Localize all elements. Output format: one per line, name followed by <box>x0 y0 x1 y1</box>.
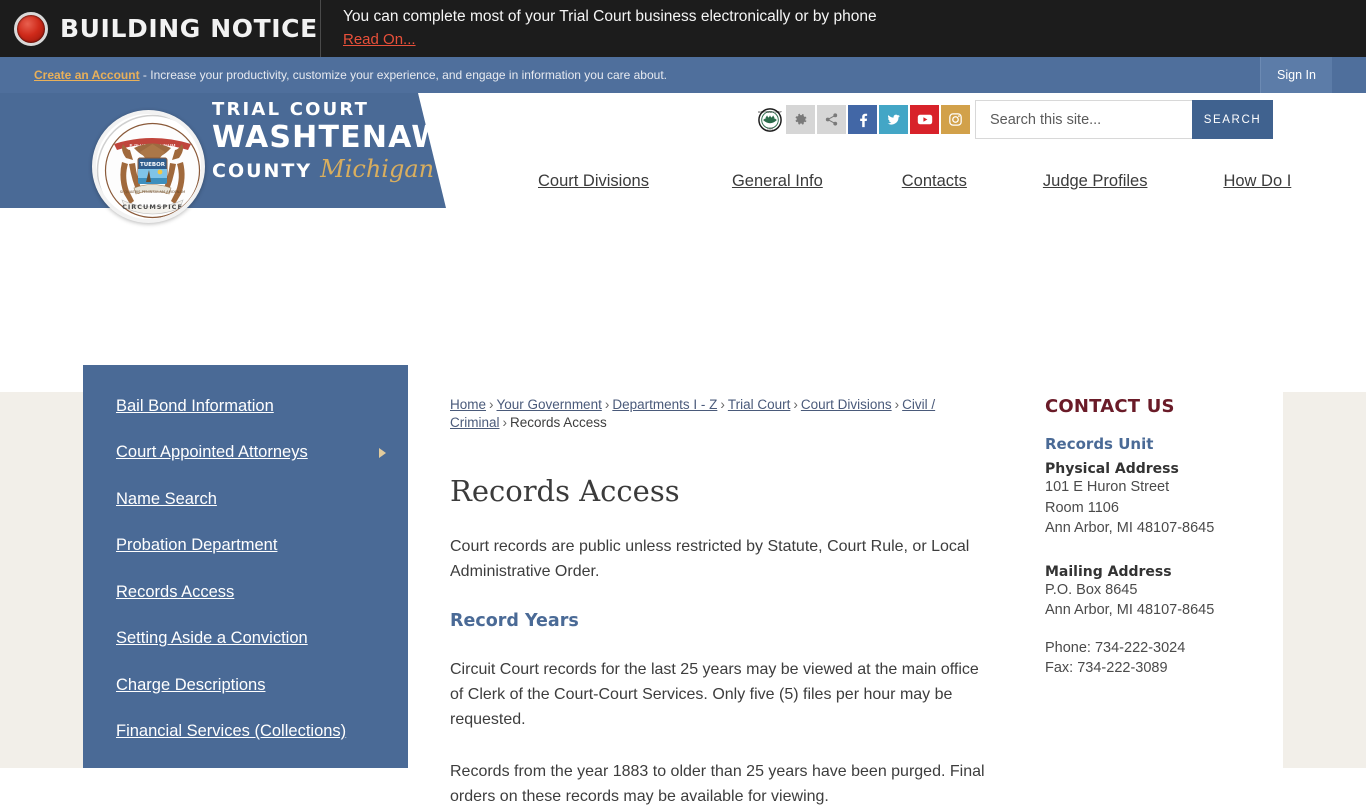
instagram-icon[interactable] <box>941 105 970 134</box>
sign-in-button[interactable]: Sign In <box>1260 57 1332 93</box>
nav-item-contacts[interactable]: Contacts <box>888 172 981 191</box>
contact-us-heading: CONTACT US <box>1045 396 1175 417</box>
account-bar-text: Create an Account - Increase your produc… <box>0 68 667 82</box>
record-years-paragraph: Circuit Court records for the last 25 ye… <box>450 661 979 729</box>
nav-item-judge-profiles[interactable]: Judge Profiles <box>1029 172 1162 191</box>
sidebar-item-setting-aside-a-conviction[interactable]: Setting Aside a Conviction <box>83 616 408 663</box>
sidebar-item-court-appointed-attorneys[interactable]: Court Appointed Attorneys <box>83 430 408 477</box>
sidebar-item-records-access[interactable]: Records Access <box>83 569 408 616</box>
sidebar-item-name-search[interactable]: Name Search <box>83 476 408 523</box>
svg-text:WASHTENAW COUNTY: WASHTENAW COUNTY <box>758 110 782 113</box>
breadcrumb-separator: › <box>720 397 725 412</box>
breadcrumb-item-court-divisions[interactable]: Court Divisions <box>801 397 892 412</box>
sidebar-item-bail-bond-information[interactable]: Bail Bond Information <box>83 383 408 430</box>
building-notice-bar: BUILDING NOTICE You can complete most of… <box>0 0 1366 57</box>
svg-text:CIRCUMSPICE: CIRCUMSPICE <box>122 203 183 211</box>
michigan-state-seal-icon: E PLURIBUS UNUM TUEBOR SI QUAERIS PENINS… <box>92 110 205 223</box>
physical-address-line-3: Ann Arbor, MI 48107-8645 <box>1045 520 1215 537</box>
facebook-icon[interactable] <box>848 105 877 134</box>
svg-text:SI QUAERIS PENINSULAM AMOENAM: SI QUAERIS PENINSULAM AMOENAM <box>120 190 185 194</box>
breadcrumb-item-home[interactable]: Home <box>450 397 486 412</box>
section-heading-record-years: Record Years <box>450 611 579 632</box>
breadcrumb-separator: › <box>489 397 494 412</box>
search-input[interactable] <box>975 100 1192 139</box>
sidebar-item-financial-services-collections[interactable]: Financial Services (Collections) <box>83 709 408 756</box>
utility-icon-row: WASHTENAW COUNTY 1826 <box>755 105 972 134</box>
svg-text:1826: 1826 <box>766 127 773 130</box>
section-sidebar-navigation: Bail Bond Information Court Appointed At… <box>83 365 408 768</box>
page-title: Records Access <box>450 474 680 509</box>
account-bar: Create an Account - Increase your produc… <box>0 57 1366 93</box>
svg-text:TUEBOR: TUEBOR <box>140 162 166 168</box>
logo-line-county: COUNTY <box>212 160 313 182</box>
logo-line-washtenaw: WASHTENAW <box>212 120 446 155</box>
account-bar-tagline: - Increase your productivity, customize … <box>139 68 667 82</box>
county-seal-icon[interactable]: WASHTENAW COUNTY 1826 <box>755 105 784 134</box>
chevron-right-icon <box>379 447 386 458</box>
breadcrumb-item-current: Records Access <box>510 415 607 431</box>
share-icon[interactable] <box>817 105 846 134</box>
gear-icon[interactable] <box>786 105 815 134</box>
notice-message: You can complete most of your Trial Cour… <box>343 7 877 25</box>
search-button[interactable]: SEARCH <box>1192 100 1273 139</box>
twitter-icon[interactable] <box>879 105 908 134</box>
physical-address-line-1: 101 E Huron Street <box>1045 479 1170 495</box>
main-navigation: Court Divisions General Info Contacts Ju… <box>460 160 1330 202</box>
physical-address-label: Physical Address <box>1045 461 1179 477</box>
nav-item-court-divisions[interactable]: Court Divisions <box>524 172 663 191</box>
logo-line-trial-court: TRIAL COURT <box>212 99 370 120</box>
mailing-address-label: Mailing Address <box>1045 563 1172 580</box>
notice-title-group: BUILDING NOTICE <box>0 0 321 57</box>
fax-number: Fax: 734-222-3089 <box>1045 660 1168 677</box>
sidebar-item-label: Court Appointed Attorneys <box>116 443 308 462</box>
breadcrumb-separator: › <box>793 397 798 412</box>
mailing-address-line-1: P.O. Box 8645 <box>1045 581 1138 598</box>
site-search: SEARCH <box>975 100 1273 139</box>
physical-address-line-2: Room 1106 <box>1045 499 1119 516</box>
breadcrumb-separator: › <box>502 415 508 431</box>
breadcrumb-item-trial-court[interactable]: Trial Court <box>728 397 791 412</box>
create-account-link[interactable]: Create an Account <box>34 68 140 82</box>
nav-item-how-do-i[interactable]: How Do I <box>1209 172 1305 191</box>
breadcrumb-separator: › <box>894 397 900 412</box>
intro-paragraph: Court records are public unless restrict… <box>450 538 970 581</box>
breadcrumb-item-your-government[interactable]: Your Government <box>497 397 602 412</box>
breadcrumb-item-departments-i-z[interactable]: Departments I - Z <box>612 397 717 412</box>
contact-us-panel: CONTACT US Records Unit Physical Address… <box>1045 396 1260 679</box>
alert-circle-icon <box>14 11 48 46</box>
sidebar-item-charge-descriptions[interactable]: Charge Descriptions <box>83 662 408 709</box>
notice-title: BUILDING NOTICE <box>60 14 318 43</box>
logo-line-michigan: Michigan <box>320 155 435 183</box>
main-content: Home › Your Government › Departments I - Z › T… <box>450 396 990 810</box>
site-logo[interactable]: TRIAL COURT WASHTENAW COUNTY Michigan <box>212 99 446 183</box>
contact-unit-name[interactable]: Records Unit <box>1045 435 1260 453</box>
notice-message-group: You can complete most of your Trial Cour… <box>321 7 877 51</box>
mailing-address-line-2: Ann Arbor, MI 48107-8645 <box>1045 602 1215 619</box>
youtube-icon[interactable] <box>910 105 939 134</box>
breadcrumb: Home › Your Government › Departments I - Z › T… <box>450 396 990 432</box>
sidebar-item-probation-department[interactable]: Probation Department <box>83 523 408 570</box>
phone-number: Phone: 734-222-3024 <box>1045 639 1186 656</box>
nav-item-general-info[interactable]: General Info <box>718 172 837 191</box>
read-on-link[interactable]: Read On... <box>343 30 416 50</box>
breadcrumb-separator: › <box>604 397 610 412</box>
